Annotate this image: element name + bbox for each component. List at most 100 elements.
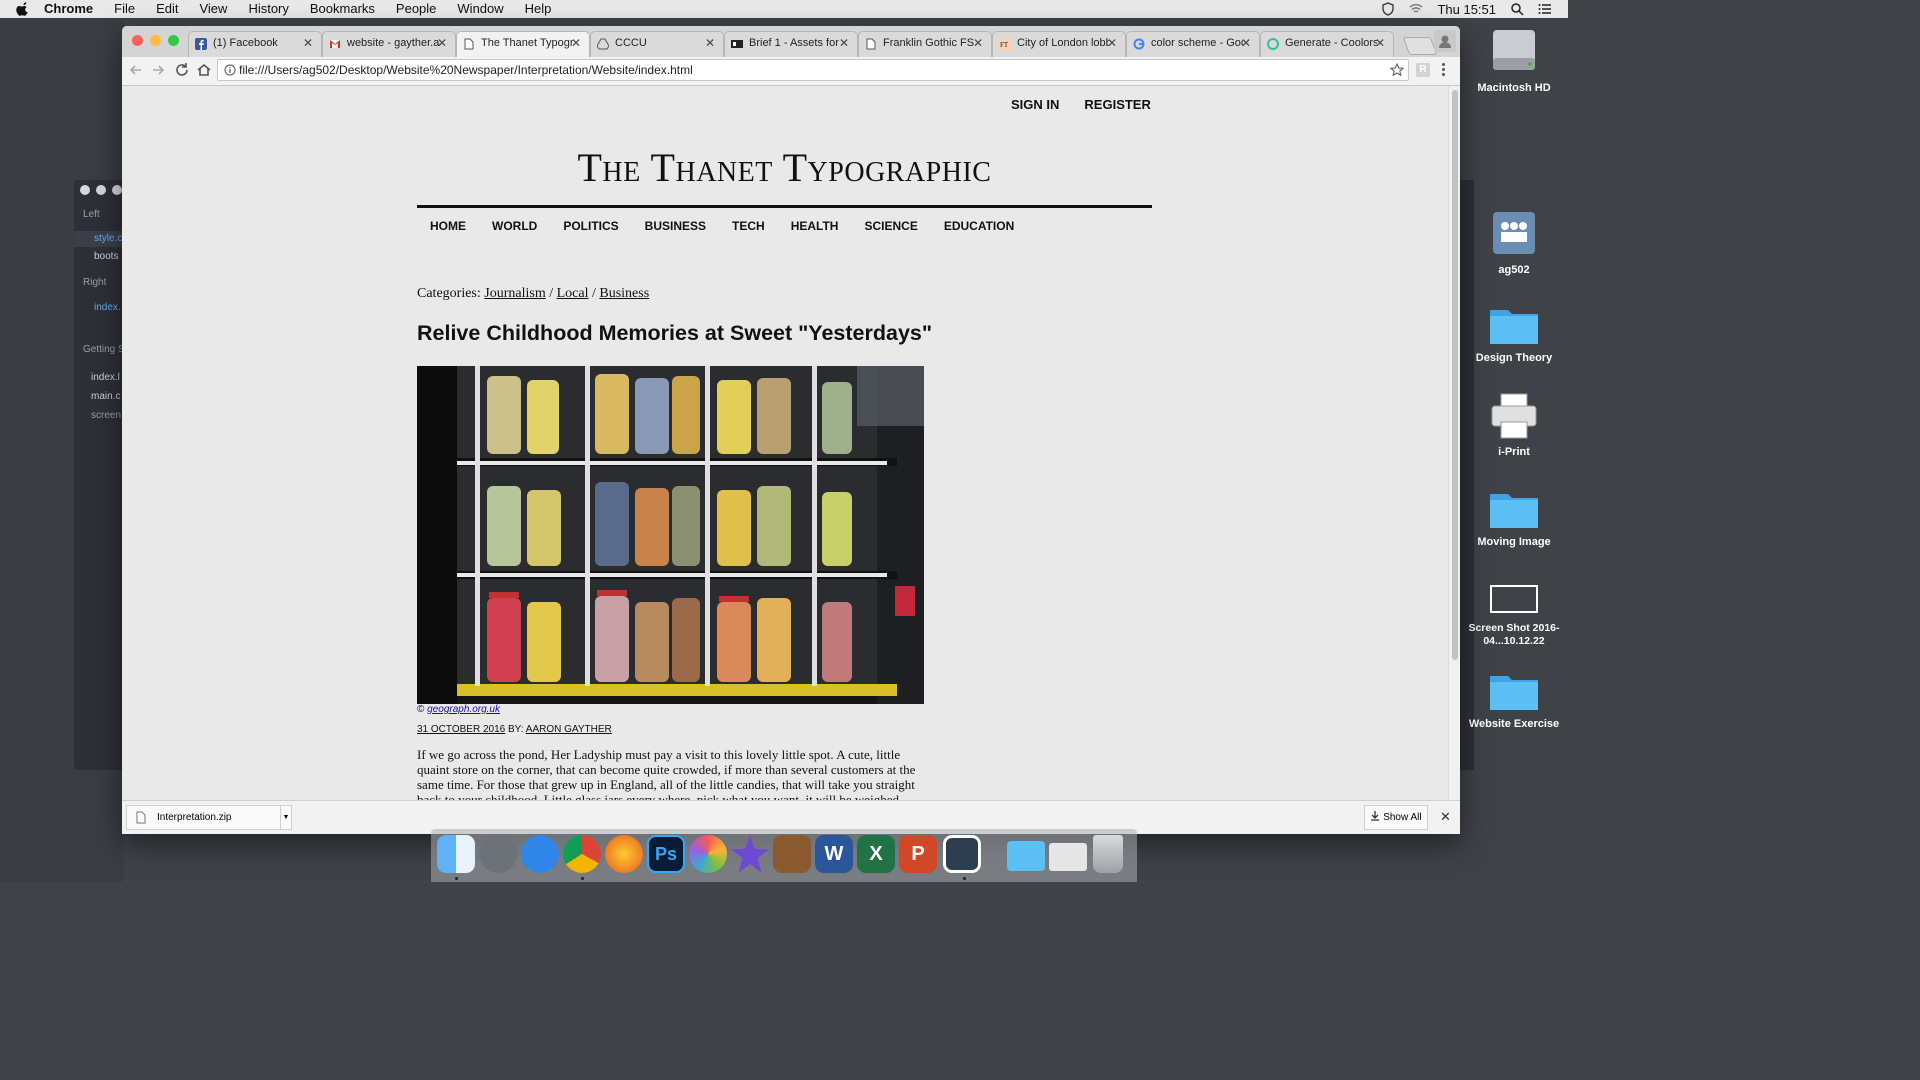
sign-in-link[interactable]: SIGN IN	[1011, 97, 1059, 112]
article-author[interactable]: AARON GAYTHER	[526, 724, 612, 735]
desktop-icon-screenshot[interactable]: Screen Shot 2016-04...10.12.22	[1466, 584, 1562, 648]
safari-icon[interactable]	[521, 835, 559, 873]
nav-home[interactable]: HOME	[430, 219, 466, 233]
tab-close-icon[interactable]: ✕	[303, 32, 313, 55]
nav-politics[interactable]: POLITICS	[563, 219, 618, 233]
close-window-button[interactable]	[132, 35, 143, 46]
chrome-menu-icon[interactable]	[1442, 63, 1446, 78]
finder-icon[interactable]	[437, 835, 475, 873]
close-downloads-icon[interactable]: ✕	[1440, 809, 1451, 825]
menu-people[interactable]: People	[396, 0, 436, 18]
desktop-icon-website-exercise[interactable]: Website Exercise	[1466, 670, 1562, 731]
launchpad-icon[interactable]	[479, 835, 517, 873]
tab-city-of-london[interactable]: FT City of London lobb ✕	[992, 31, 1126, 57]
desktop-icon-moving-image[interactable]: Moving Image	[1466, 488, 1562, 549]
nav-health[interactable]: HEALTH	[791, 219, 839, 233]
trash-icon[interactable]	[1093, 835, 1123, 873]
editor-file-item[interactable]: index.l	[91, 372, 120, 383]
wifi-icon[interactable]	[1409, 2, 1423, 16]
register-link[interactable]: REGISTER	[1084, 97, 1150, 112]
site-title[interactable]: The Thanet Typographic	[417, 144, 1152, 191]
editor-file-item[interactable]: style.c	[94, 233, 122, 244]
editor-file-item[interactable]: boots	[94, 251, 118, 262]
downloads-folder-icon[interactable]	[1007, 841, 1045, 871]
menu-app-name[interactable]: Chrome	[44, 0, 93, 18]
menubar-clock[interactable]: Thu 15:51	[1437, 2, 1496, 17]
scrollbar-thumb[interactable]	[1452, 90, 1458, 660]
download-menu-chevron-icon[interactable]: ▼	[280, 806, 291, 829]
brackets-icon[interactable]	[943, 835, 981, 873]
photo-credit-link[interactable]: geograph.org.uk	[427, 704, 500, 715]
tab-franklin-gothic[interactable]: Franklin Gothic FS ✕	[858, 31, 992, 57]
nav-world[interactable]: WORLD	[492, 219, 537, 233]
minimize-window-button[interactable]	[150, 35, 161, 46]
profile-icon[interactable]	[1434, 30, 1456, 52]
list-icon[interactable]	[1538, 2, 1552, 16]
photos-icon[interactable]	[689, 835, 727, 873]
nav-education[interactable]: EDUCATION	[944, 219, 1014, 233]
firefox-icon[interactable]	[605, 835, 643, 873]
zoom-window-button[interactable]	[168, 35, 179, 46]
garageband-icon[interactable]	[773, 835, 811, 873]
editor-file-item[interactable]: main.c	[91, 391, 120, 402]
documents-stack-icon[interactable]	[1049, 843, 1087, 871]
tab-close-icon[interactable]: ✕	[1375, 32, 1385, 55]
reload-icon[interactable]	[174, 62, 190, 78]
tab-brief-assets[interactable]: Brief 1 - Assets for ✕	[724, 31, 858, 57]
powerpoint-icon[interactable]: P	[899, 835, 937, 873]
article-date[interactable]: 31 OCTOBER 2016	[417, 724, 505, 735]
tab-thanet-typographic[interactable]: The Thanet Typogr ✕	[456, 31, 590, 57]
tab-coolors[interactable]: Generate - Coolors ✕	[1260, 31, 1394, 57]
apple-icon[interactable]	[16, 2, 30, 16]
forward-arrow-icon[interactable]	[150, 62, 166, 78]
address-url[interactable]: file:///Users/ag502/Desktop/Website%20Ne…	[239, 60, 693, 80]
desktop-icon-macintosh-hd[interactable]: Macintosh HD	[1466, 24, 1562, 95]
page-scrollbar[interactable]	[1448, 86, 1460, 800]
category-journalism[interactable]: Journalism	[484, 286, 545, 301]
address-bar[interactable]: file:///Users/ag502/Desktop/Website%20Ne…	[217, 59, 1409, 81]
nav-business[interactable]: BUSINESS	[645, 219, 706, 233]
extension-icon[interactable]: R	[1416, 63, 1430, 77]
tab-close-icon[interactable]: ✕	[705, 32, 715, 55]
tab-close-icon[interactable]: ✕	[1107, 32, 1117, 55]
tab-close-icon[interactable]: ✕	[437, 32, 447, 55]
excel-icon[interactable]: X	[857, 835, 895, 873]
menu-window[interactable]: Window	[457, 0, 503, 18]
category-business[interactable]: Business	[599, 286, 649, 301]
chrome-icon[interactable]	[563, 835, 601, 873]
tab-close-icon[interactable]: ✕	[1241, 32, 1251, 55]
menu-history[interactable]: History	[248, 0, 288, 18]
photoshop-icon[interactable]: Ps	[647, 835, 685, 873]
tab-gmail[interactable]: website - gayther.a ✕	[322, 31, 456, 57]
back-arrow-icon[interactable]	[128, 62, 144, 78]
new-tab-button[interactable]	[1402, 37, 1438, 55]
editor-file-item[interactable]: screen	[91, 410, 121, 421]
tab-color-scheme[interactable]: color scheme - Goo ✕	[1126, 31, 1260, 57]
tab-close-icon[interactable]: ✕	[973, 32, 983, 55]
nav-science[interactable]: SCIENCE	[864, 219, 917, 233]
download-item[interactable]: Interpretation.zip ▼	[126, 805, 292, 830]
show-all-downloads-button[interactable]: Show All	[1364, 805, 1428, 830]
nav-tech[interactable]: TECH	[732, 219, 765, 233]
tab-facebook[interactable]: (1) Facebook ✕	[188, 31, 322, 57]
tab-close-icon[interactable]: ✕	[839, 32, 849, 55]
search-icon[interactable]	[1510, 2, 1524, 16]
menu-help[interactable]: Help	[525, 0, 552, 18]
info-icon[interactable]	[224, 64, 236, 76]
word-icon[interactable]: W	[815, 835, 853, 873]
category-local[interactable]: Local	[557, 286, 589, 301]
imovie-star-icon[interactable]	[731, 835, 769, 873]
tab-close-icon[interactable]: ✕	[571, 32, 581, 55]
menu-view[interactable]: View	[199, 0, 227, 18]
menu-edit[interactable]: Edit	[156, 0, 178, 18]
shield-icon[interactable]	[1381, 2, 1395, 16]
desktop-icon-ag502[interactable]: ag502	[1466, 208, 1562, 277]
menu-bookmarks[interactable]: Bookmarks	[310, 0, 375, 18]
menu-file[interactable]: File	[114, 0, 135, 18]
editor-file-item[interactable]: index.	[94, 302, 121, 313]
home-icon[interactable]	[196, 62, 212, 78]
editor-window-controls[interactable]	[80, 185, 122, 195]
desktop-icon-i-print[interactable]: i-Print	[1466, 392, 1562, 459]
background-editor-window[interactable]: Left style.c boots Right index. Getting …	[74, 180, 125, 770]
bookmark-star-icon[interactable]	[1390, 63, 1404, 77]
